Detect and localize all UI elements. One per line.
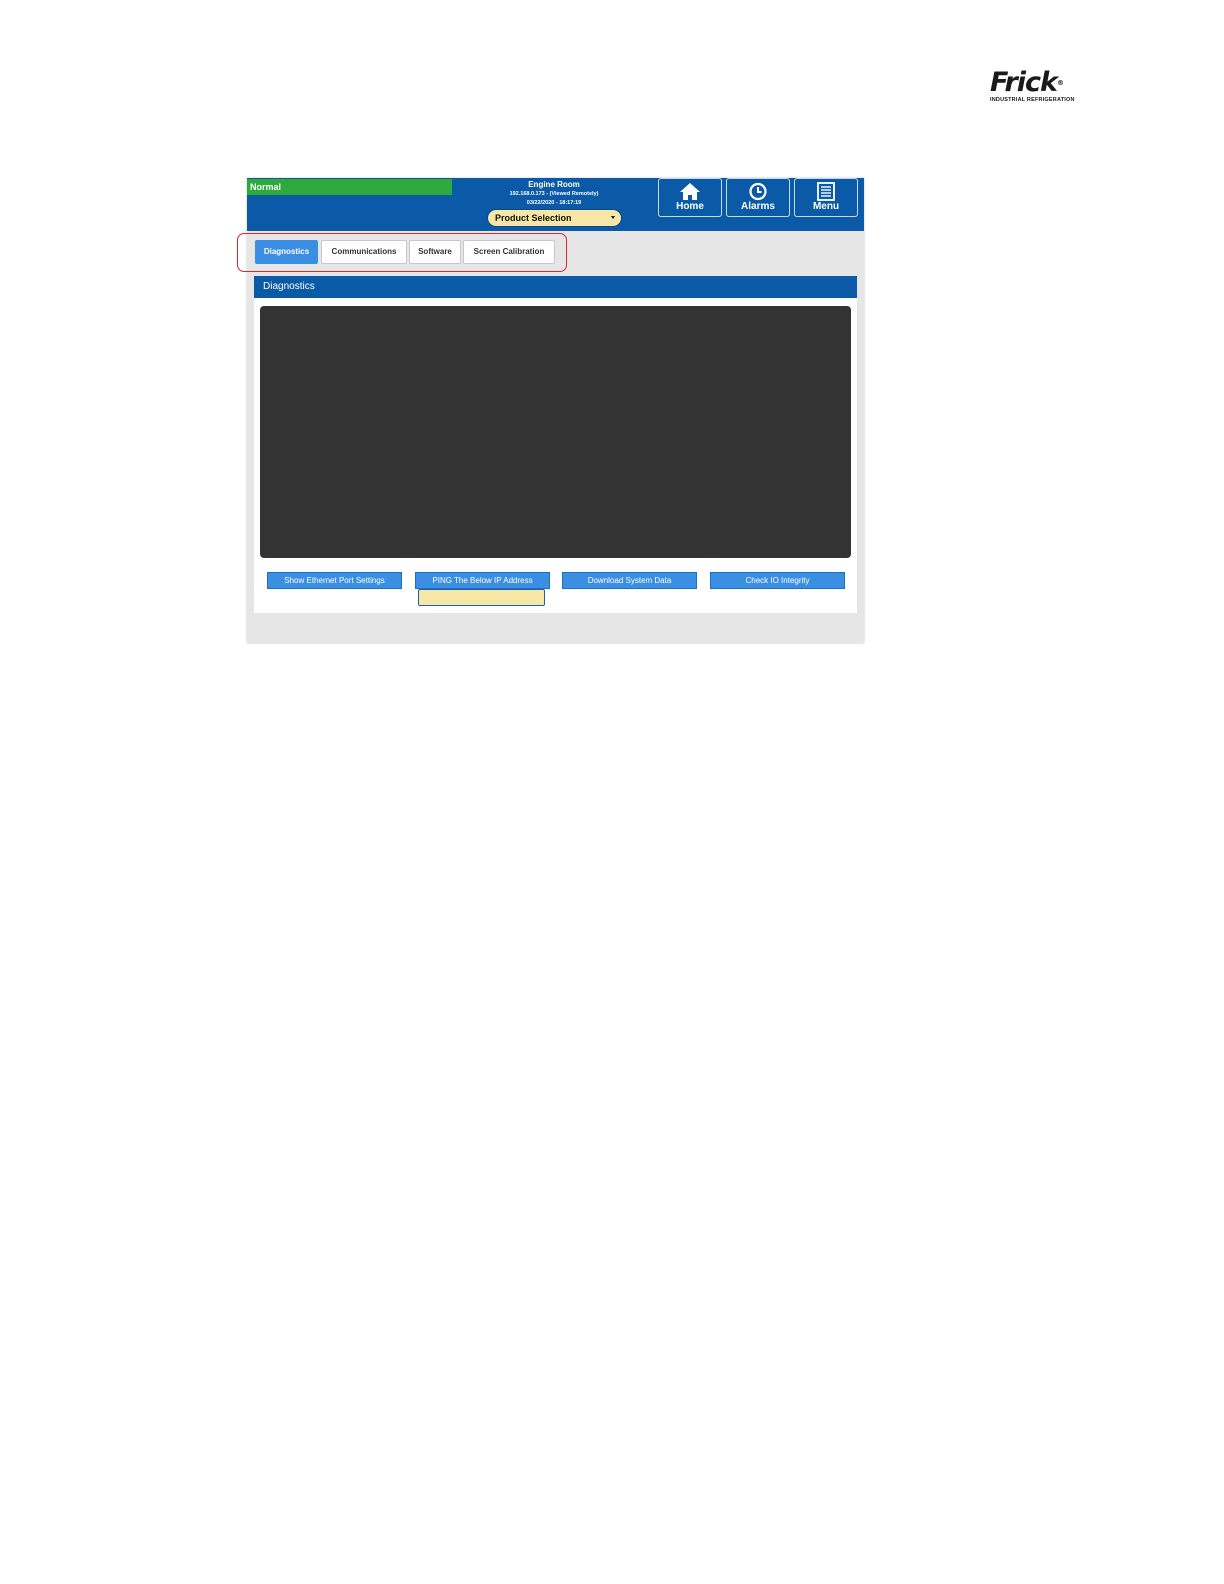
clock-icon <box>749 182 767 201</box>
tab-diagnostics[interactable]: Diagnostics <box>255 240 318 264</box>
home-icon <box>680 183 700 200</box>
chevron-down-icon <box>611 216 615 219</box>
diagnostics-panel: Diagnostics Show Ethernet Port Settings … <box>254 276 857 613</box>
home-button[interactable]: Home <box>658 178 722 217</box>
ip-address-line: 192.168.0.173 - (Viewed Remotely) <box>509 191 599 197</box>
menu-button[interactable]: Menu <box>794 178 858 217</box>
app-screen: Normal Engine Room 192.168.0.173 - (View… <box>237 178 864 643</box>
alarms-label: Alarms <box>741 201 775 212</box>
status-indicator: Normal <box>247 179 452 195</box>
ping-ip-input[interactable] <box>418 589 545 606</box>
tab-communications[interactable]: Communications <box>321 240 407 264</box>
product-selection-dropdown[interactable]: Product Selection <box>487 209 622 227</box>
panel-title: Diagnostics <box>254 276 857 298</box>
brand-name: Frick <box>990 67 1058 98</box>
tab-screen-calibration[interactable]: Screen Calibration <box>463 240 555 264</box>
datetime-line: 03/22/2020 - 18:17:19 <box>526 200 582 206</box>
list-menu-icon <box>817 182 835 201</box>
menu-label: Menu <box>812 201 840 212</box>
top-header: Normal Engine Room 192.168.0.173 - (View… <box>247 178 864 231</box>
tab-software[interactable]: Software <box>409 240 461 264</box>
site-name: Engine Room <box>528 180 580 189</box>
product-selection-label: Product Selection <box>495 213 572 223</box>
ping-ip-button[interactable]: PING The Below IP Address <box>415 572 550 589</box>
check-io-integrity-button[interactable]: Check IO Integrity <box>710 572 845 589</box>
home-label: Home <box>676 201 704 212</box>
download-system-data-button[interactable]: Download System Data <box>562 572 697 589</box>
alarms-button[interactable]: Alarms <box>726 178 790 217</box>
diagnostics-output-console[interactable] <box>260 306 851 558</box>
brand-tagline: INDUSTRIAL REFRIGERATION <box>990 97 1075 103</box>
brand-reg-mark: ® <box>1057 79 1064 87</box>
show-ethernet-settings-button[interactable]: Show Ethernet Port Settings <box>267 572 402 589</box>
frick-logo: Frick® INDUSTRIAL REFRIGERATION <box>990 67 1075 104</box>
header-info: Engine Room 192.168.0.173 - (Viewed Remo… <box>479 179 629 208</box>
